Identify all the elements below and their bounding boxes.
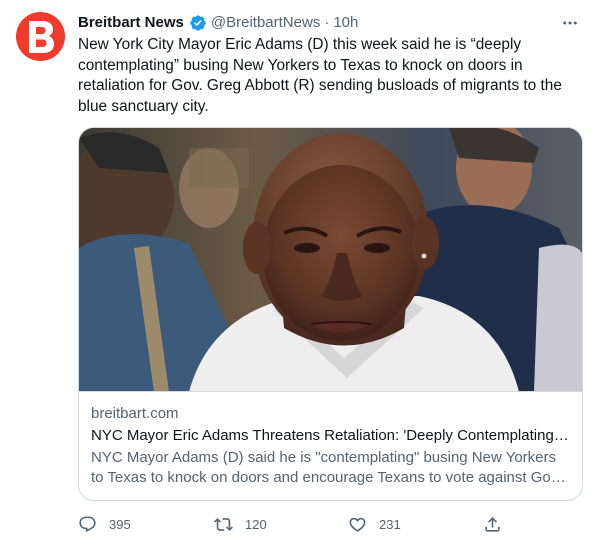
tweet-actions: 395 120 231 (78, 511, 508, 537)
card-title[interactable]: NYC Mayor Eric Adams Threatens Retaliati… (91, 426, 571, 446)
retweet-icon (214, 517, 233, 531)
timestamp[interactable]: 10h (333, 13, 358, 33)
reply-button[interactable]: 395 (78, 515, 131, 534)
link-card[interactable]: breitbart.com NYC Mayor Eric Adams Threa… (78, 127, 583, 501)
retweet-count: 120 (245, 516, 267, 532)
like-count: 231 (379, 516, 401, 532)
card-description: NYC Mayor Adams (D) said he is "contempl… (91, 449, 562, 486)
separator-dot: · (324, 14, 330, 31)
like-button[interactable]: 231 (348, 515, 401, 534)
more-options-button[interactable] (559, 12, 581, 34)
display-name[interactable]: Breitbart News (78, 13, 184, 33)
card-body: breitbart.com NYC Mayor Eric Adams Threa… (91, 404, 571, 488)
heart-icon (349, 517, 366, 532)
verified-badge-icon (190, 15, 206, 31)
card-image[interactable] (79, 128, 582, 392)
reply-count: 395 (109, 516, 131, 532)
tweet-text: New York City Mayor Eric Adams (D) this … (78, 36, 562, 115)
reply-icon (79, 516, 96, 532)
tweet-header: Breitbart News @BreitbartNews · 10h (78, 12, 358, 34)
card-domain: breitbart.com (91, 405, 179, 422)
card-photo (79, 128, 582, 391)
retweet-button[interactable]: 120 (214, 515, 267, 534)
breitbart-logo-icon (28, 20, 54, 53)
author-handle[interactable]: @BreitbartNews (211, 13, 320, 33)
share-icon (485, 516, 500, 532)
avatar[interactable] (16, 12, 65, 61)
share-button[interactable] (483, 515, 502, 534)
more-icon (563, 21, 577, 25)
tweet[interactable]: Breitbart News @BreitbartNews · 10h New … (0, 0, 598, 544)
